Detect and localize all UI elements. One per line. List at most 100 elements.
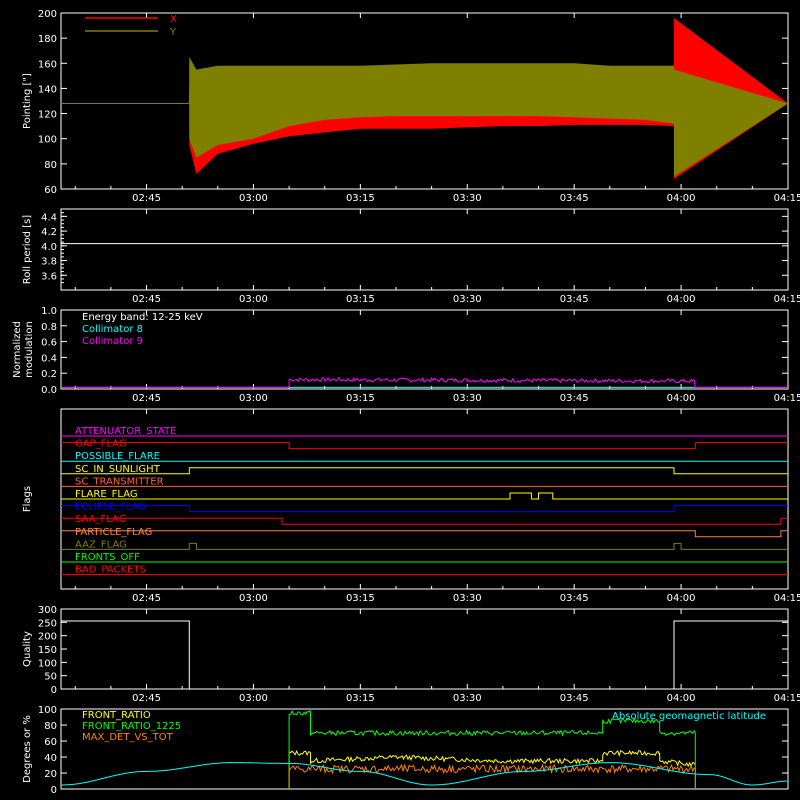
flag-label-eclipse_flag: ECLIPSE_FLAG (75, 502, 146, 513)
flag-line-flare_flag (61, 492, 788, 500)
x-tick-label-3-5: 04:00 (667, 593, 696, 604)
y-tick-label-5-3: 60 (44, 737, 57, 748)
flag-label-gap_flag: GAP_FLAG (75, 439, 127, 450)
y-tick-label-4-0: 0 (51, 685, 57, 696)
y-tick-label-2-5: 1.0 (41, 306, 57, 317)
flag-label-attenuator_state: ATTENUATOR_STATE (75, 426, 176, 437)
y-tick-label-1-3: 4.2 (41, 227, 57, 238)
y-tick-label-5-0: 0 (51, 785, 57, 796)
y-tick-label-0-0: 60 (44, 185, 57, 196)
x-tick-label-3-2: 03:15 (346, 593, 375, 604)
ratio-legend-1: FRONT_RATIO_1225 (82, 721, 181, 732)
quality-line (61, 620, 788, 690)
flag-label-aaz_flag: AAZ_FLAG (75, 539, 127, 550)
x-tick-label-4-3: 03:30 (453, 693, 482, 704)
flag-line-particle_flag (61, 530, 788, 538)
x-tick-label-4-1: 03:00 (239, 693, 268, 704)
y-tick-label-1-1: 3.8 (41, 257, 57, 268)
x-tick-label-2-1: 03:00 (239, 393, 268, 404)
flag-label-possible_flare: POSSIBLE_FLARE (75, 451, 160, 462)
x-tick-label-4-6: 04:15 (774, 693, 800, 704)
flag-line-gap_flag (61, 442, 788, 450)
legend-label-X: X (170, 14, 177, 25)
y-tick-label-4-6: 300 (38, 605, 57, 616)
ratio-legend-2: MAX_DET_VS_TOT (82, 732, 174, 743)
panel-frame-1 (60, 208, 789, 291)
y-tick-label-2-2: 0.4 (41, 353, 57, 364)
ratio-legend-3: Absolute geomagnetic latitude (612, 711, 766, 722)
x-tick-label-0-6: 04:15 (774, 193, 800, 204)
x-tick-label-4-0: 02:45 (132, 693, 161, 704)
y-label-0: Pointing ["] (22, 73, 33, 129)
flag-line-sc_in_sunlight (61, 467, 788, 475)
y-tick-label-0-3: 120 (38, 110, 57, 121)
flag-label-bad_packets: BAD_PACKETS (75, 565, 146, 576)
y-tick-label-1-4: 4.4 (41, 212, 57, 223)
y-label-3: Flags (22, 486, 33, 512)
flag-label-particle_flag: PARTICLE_FLAG (75, 527, 152, 538)
x-tick-label-1-3: 03:30 (453, 294, 482, 305)
y-label-line1-2: Normalized (12, 321, 23, 378)
y-tick-label-0-2: 100 (38, 135, 57, 146)
x-tick-label-0-5: 04:00 (667, 193, 696, 204)
x-tick-label-1-1: 03:00 (239, 294, 268, 305)
flag-line-aaz_flag (61, 542, 788, 550)
x-tick-label-1-6: 04:15 (774, 294, 800, 305)
y-label-line2-2: modulation (24, 321, 35, 378)
flag-label-fronts_off: FRONTS_OFF (75, 552, 140, 563)
y-tick-label-5-1: 20 (44, 769, 57, 780)
y-tick-label-4-1: 50 (44, 672, 57, 683)
y-tick-label-2-0: 0.0 (41, 385, 57, 396)
chart-root: 02:45 03:00 03:15 03:30 03:45 04:00 04:15 Point… (0, 0, 800, 800)
y-tick-label-4-4: 200 (38, 632, 57, 643)
y-tick-label-2-3: 0.6 (41, 338, 57, 349)
x-tick-label-2-2: 03:15 (346, 393, 375, 404)
x-tick-label-2-4: 03:45 (560, 393, 589, 404)
x-tick-label-1-4: 03:45 (560, 294, 589, 305)
y-tick-label-1-0: 3.6 (41, 271, 57, 282)
y-tick-label-4-2: 100 (38, 658, 57, 669)
y-tick-label-1-2: 4.0 (41, 242, 57, 253)
modulation-legend-0: Energy band: 12-25 keV (82, 312, 203, 323)
flag-label-flare_flag: FLARE_FLAG (75, 489, 138, 500)
x-tick-label-2-5: 04:00 (667, 393, 696, 404)
x-tick-label-2-3: 03:30 (453, 393, 482, 404)
y-label-4: Quality (22, 631, 33, 667)
y-tick-label-5-2: 40 (44, 753, 57, 764)
ratio-line-latitude (61, 762, 788, 786)
y-tick-label-0-7: 200 (38, 9, 57, 20)
x-tick-label-3-4: 03:45 (560, 593, 589, 604)
ratio-line-front_ratio_1225 (288, 709, 696, 789)
x-tick-label-0-1: 03:00 (239, 193, 268, 204)
x-tick-label-2-0: 02:45 (132, 393, 161, 404)
ratio-line-front_ratio (288, 749, 696, 789)
x-tick-label-0-2: 03:15 (346, 193, 375, 204)
modulation-legend-2: Collimator 9 (82, 336, 143, 347)
flag-label-sc_transmitter: SC_TRANSMITTER (75, 476, 164, 487)
y-tick-label-2-1: 0.2 (41, 369, 57, 380)
legend-label-Y: Y (169, 27, 177, 38)
x-tick-label-3-3: 03:30 (453, 593, 482, 604)
y-tick-label-0-1: 80 (44, 160, 57, 171)
x-tick-label-3-1: 03:00 (239, 593, 268, 604)
y-tick-label-2-4: 0.8 (41, 322, 57, 333)
chart-svg: 02:45 03:00 03:15 03:30 03:45 04:00 04:15 Point… (12, 9, 800, 796)
x-tick-label-3-6: 04:15 (774, 593, 800, 604)
x-tick-label-1-0: 02:45 (132, 294, 161, 305)
flag-line-eclipse_flag (61, 505, 788, 513)
y-label-5: Degrees or % (22, 715, 33, 783)
x-tick-label-1-5: 04:00 (667, 294, 696, 305)
ratio-legend-0: FRONT_RATIO (82, 710, 151, 721)
x-tick-label-4-2: 03:15 (346, 693, 375, 704)
y-tick-label-0-5: 160 (38, 59, 57, 70)
flag-line-saa_flag (61, 517, 788, 525)
x-tick-label-4-5: 04:00 (667, 693, 696, 704)
modulation-collimator-9 (61, 376, 788, 388)
y-tick-label-5-4: 80 (44, 721, 57, 732)
modulation-legend-1: Collimator 8 (82, 324, 143, 335)
y-tick-label-0-4: 140 (38, 84, 57, 95)
x-tick-label-2-6: 04:15 (774, 393, 800, 404)
y-tick-label-5-5: 100 (38, 705, 57, 716)
y-label-1: Roll period [s] (22, 215, 33, 284)
x-tick-label-1-2: 03:15 (346, 294, 375, 305)
